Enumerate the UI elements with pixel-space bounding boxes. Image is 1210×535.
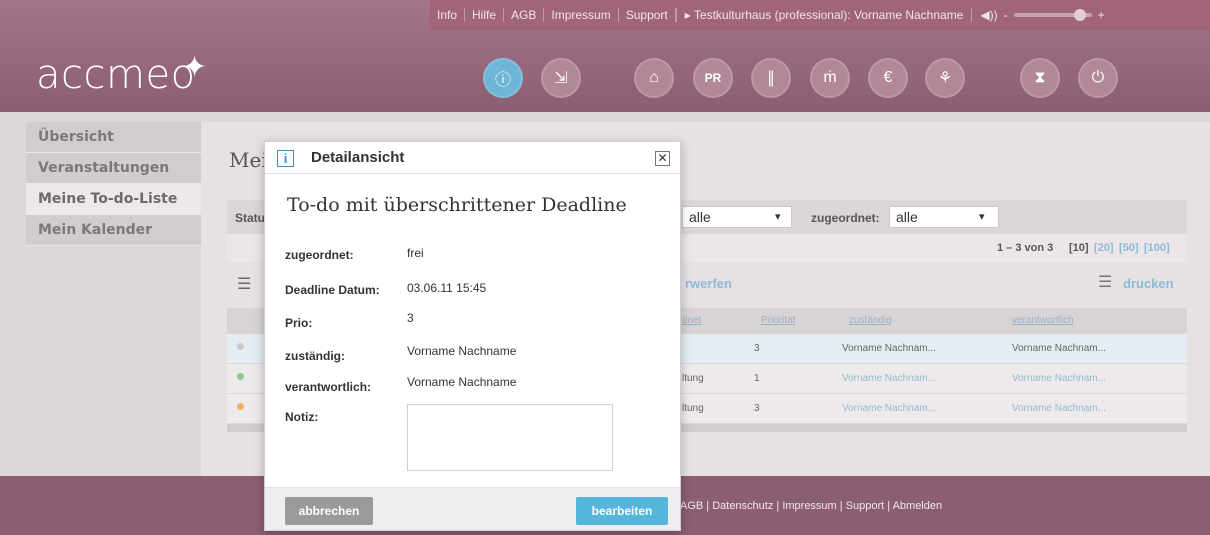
volume-control: ◀)) - + (971, 8, 1105, 22)
pr-nav-icon[interactable]: PR (693, 58, 733, 98)
volume-knob[interactable] (1073, 9, 1086, 21)
info-link[interactable]: Info (430, 8, 466, 22)
brain-nav-icon[interactable]: ⚘ (925, 58, 965, 98)
accountable-value: Vorname Nachname (407, 375, 517, 389)
info-nav-icon[interactable]: ⓘ (483, 58, 523, 98)
sidebar-item-todo[interactable]: Meine To-do-Liste (26, 184, 201, 215)
arrows-nav-icon[interactable]: ⇲ (541, 58, 581, 98)
cell-accountable[interactable]: Vorname Nachnam... (1012, 373, 1106, 384)
accountable-label: verantwortlich: (285, 380, 372, 394)
deadline-value: 03.06.11 15:45 (407, 281, 487, 295)
volume-minus-button[interactable]: - (1004, 8, 1008, 22)
sidebar: Übersicht Veranstaltungen Meine To-do-Li… (26, 122, 201, 246)
app-header: Info Hilfe AGB Impressum Support ▸ Testk… (0, 0, 1210, 112)
print-icon[interactable]: ☰ (1098, 272, 1112, 292)
notiz-label: Notiz: (285, 410, 319, 424)
cell-responsible[interactable]: Vorname Nachnam... (842, 343, 936, 354)
volume-plus-button[interactable]: + (1098, 8, 1105, 22)
responsible-value: Vorname Nachname (407, 344, 517, 358)
speaker-icon[interactable]: ◀)) (980, 8, 997, 22)
cell-priority: 3 (754, 343, 760, 354)
sidebar-item-calendar[interactable]: Mein Kalender (26, 215, 201, 246)
page-size-100[interactable]: [100] (1144, 234, 1170, 262)
column-accountable[interactable]: verantwortlich (1012, 315, 1074, 326)
impressum-link[interactable]: Impressum (544, 8, 619, 22)
help-link[interactable]: Hilfe (465, 8, 505, 22)
volume-slider[interactable] (1013, 9, 1092, 21)
detail-dialog: i Detailansicht ✕ To-do mit überschritte… (264, 141, 681, 531)
sidebar-item-events[interactable]: Veranstaltungen (26, 153, 201, 184)
column-assigned[interactable]: dnet (682, 315, 701, 326)
euro-nav-icon[interactable]: € (868, 58, 908, 98)
responsible-label: zuständig: (285, 349, 345, 363)
power-nav-icon[interactable]: ⏻ (1078, 58, 1118, 98)
cell-responsible[interactable]: Vorname Nachnam... (842, 403, 936, 414)
status-label: Statu (235, 211, 265, 225)
people-nav-icon[interactable]: ṁ (810, 58, 850, 98)
column-priority[interactable]: Priorität (761, 315, 795, 326)
status-dot (237, 403, 244, 410)
chevron-down-icon[interactable]: ▾ (775, 210, 781, 223)
cell-accountable[interactable]: Vorname Nachnam... (1012, 403, 1106, 414)
page-size-20[interactable]: [20] (1094, 234, 1114, 262)
cell-type: ltung (682, 403, 704, 414)
chevron-down-icon[interactable]: ▾ (979, 210, 985, 223)
prio-label: Prio: (285, 316, 313, 330)
cell-priority: 3 (754, 403, 760, 414)
dialog-header: i Detailansicht ✕ (265, 142, 680, 174)
dialog-footer: abbrechen bearbeiten (265, 487, 680, 530)
page-size-50[interactable]: [50] (1119, 234, 1139, 262)
info-icon: i (277, 150, 294, 167)
notiz-field[interactable] (407, 404, 613, 471)
prio-value: 3 (407, 311, 414, 325)
dialog-title: Detailansicht (311, 149, 405, 166)
assigned-label: zugeordnet: (811, 211, 880, 225)
deadline-label: Deadline Datum: (285, 283, 380, 297)
add-todo-icon[interactable]: ☰ (237, 274, 251, 294)
accmeo-logo[interactable]: accmeo (36, 52, 196, 98)
support-link[interactable]: Support (619, 8, 676, 22)
dialog-heading: To-do mit überschrittener Deadline (287, 194, 627, 216)
top-link-bar: Info Hilfe AGB Impressum Support ▸ Testk… (430, 0, 1210, 30)
edit-button[interactable]: bearbeiten (576, 497, 668, 525)
assigned-value: frei (407, 246, 424, 260)
status-dot (237, 343, 244, 350)
column-responsible[interactable]: zuständig (849, 315, 892, 326)
user-account-link[interactable]: ▸ Testkulturhaus (professional): Vorname… (675, 8, 972, 22)
clip-nav-icon[interactable]: ∥ (751, 58, 791, 98)
home-nav-icon[interactable]: ⌂ (634, 58, 674, 98)
page-size-10[interactable]: [10] (1069, 234, 1089, 262)
cell-type: ltung (682, 373, 704, 384)
juggler-icon: ✦ (182, 51, 208, 84)
sidebar-item-overview[interactable]: Übersicht (26, 122, 201, 153)
footer-links[interactable]: AGB | Datenschutz | Impressum | Support … (680, 500, 942, 512)
result-range: 1 – 3 von 3 (997, 242, 1054, 254)
cell-accountable[interactable]: Vorname Nachnam... (1012, 343, 1106, 354)
status-dot (237, 373, 244, 380)
cancel-button[interactable]: abbrechen (285, 497, 373, 525)
print-link[interactable]: drucken (1123, 276, 1174, 291)
close-icon[interactable]: ✕ (655, 151, 670, 166)
page-title: Mei (229, 148, 268, 172)
cell-responsible[interactable]: Vorname Nachnam... (842, 373, 936, 384)
assigned-label: zugeordnet: (285, 248, 354, 262)
settings-nav-icon[interactable]: ⧗ (1020, 58, 1060, 98)
discard-link[interactable]: rwerfen (685, 276, 732, 291)
cell-priority: 1 (754, 373, 760, 384)
agb-link[interactable]: AGB (504, 8, 545, 22)
